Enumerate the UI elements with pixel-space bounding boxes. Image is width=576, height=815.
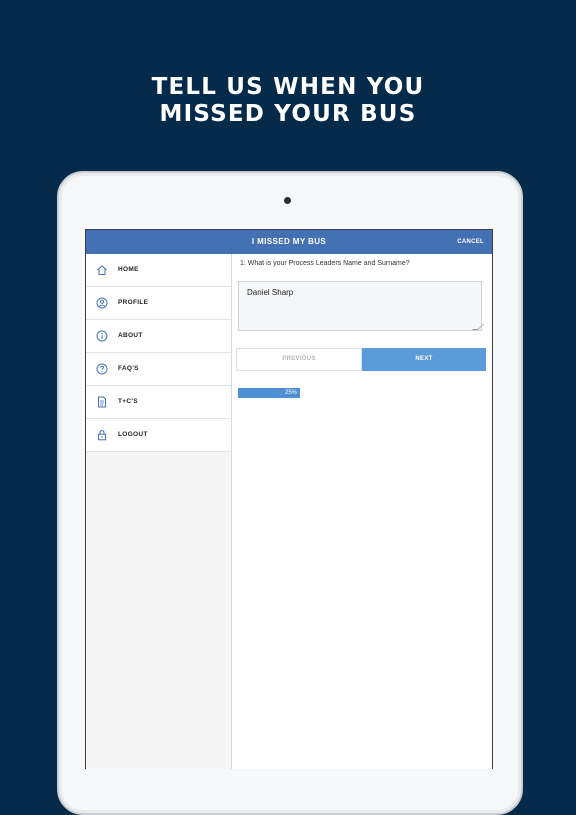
next-button[interactable]: NEXT	[362, 348, 486, 371]
question-icon	[96, 363, 108, 375]
progress-label: 25%	[284, 390, 297, 396]
app-screen: I MISSED MY BUS CANCEL HOME PROFILE ABOU…	[85, 229, 493, 769]
camera-icon	[284, 197, 291, 204]
top-bar: I MISSED MY BUS CANCEL	[86, 230, 492, 254]
sidebar-item-label: LOGOUT	[118, 431, 148, 438]
sidebar-item-faqs[interactable]: FAQ'S	[86, 353, 231, 386]
sidebar-item-profile[interactable]: PROFILE	[86, 287, 231, 320]
promo-line-2: MISSED YOUR BUS	[159, 101, 417, 127]
promo-headline: TELL US WHEN YOU MISSED YOUR BUS	[0, 74, 576, 128]
profile-icon	[96, 297, 108, 309]
sidebar-item-label: ABOUT	[118, 332, 143, 339]
question-text: 1: What is your Process Leaders Name and…	[240, 260, 410, 267]
document-icon	[96, 396, 108, 408]
previous-button[interactable]: PREVIOUS	[236, 348, 362, 371]
sidebar-item-logout[interactable]: LOGOUT	[86, 419, 231, 452]
lock-icon	[96, 429, 108, 441]
cancel-button[interactable]: CANCEL	[457, 239, 484, 245]
sidebar-item-about[interactable]: ABOUT	[86, 320, 231, 353]
sidebar-item-label: PROFILE	[118, 299, 149, 306]
form-panel: 1: What is your Process Leaders Name and…	[232, 254, 492, 769]
sidebar-item-terms[interactable]: T+C'S	[86, 386, 231, 419]
info-icon	[96, 330, 108, 342]
sidebar-item-label: T+C'S	[118, 398, 138, 405]
sidebar: HOME PROFILE ABOUT FAQ'S T+C'S LOGOUT	[86, 254, 232, 769]
answer-input[interactable]: Daniel Sharp	[238, 281, 482, 331]
home-icon	[96, 264, 108, 276]
sidebar-item-label: HOME	[118, 266, 139, 273]
sidebar-item-home[interactable]: HOME	[86, 254, 231, 287]
sidebar-item-label: FAQ'S	[118, 365, 139, 372]
page-title: I MISSED MY BUS	[251, 237, 327, 246]
promo-line-1: TELL US WHEN YOU	[151, 74, 425, 100]
progress-bar: 25%	[238, 388, 300, 398]
